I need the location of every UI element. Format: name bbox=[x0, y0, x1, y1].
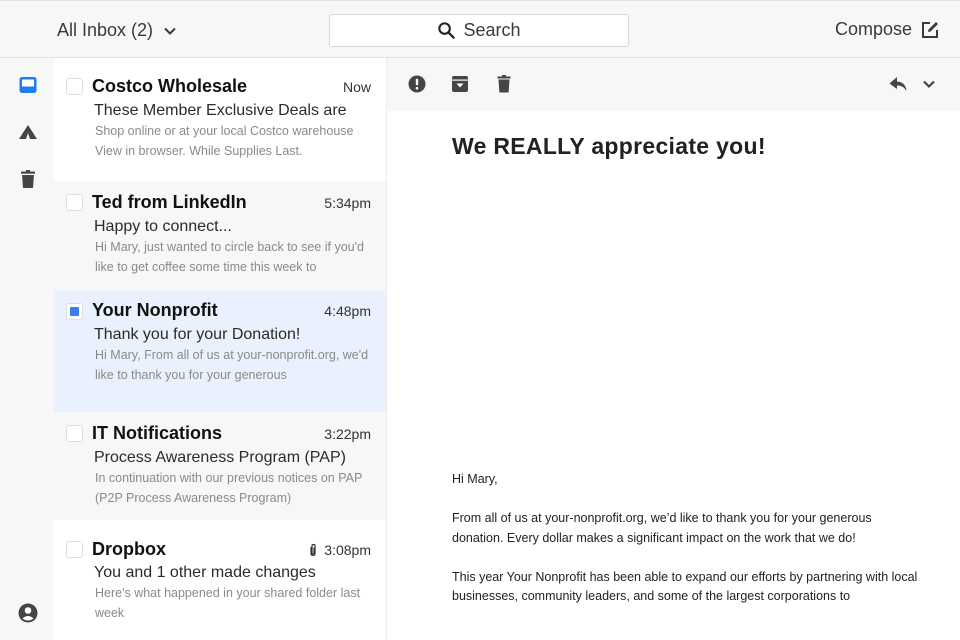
top-header: All Inbox (2) Search Compose bbox=[0, 0, 960, 58]
rail-tent-button[interactable] bbox=[17, 121, 39, 143]
message-time: 3:08pm bbox=[308, 542, 371, 558]
email-body: Hi Mary, From all of us at your-nonprofi… bbox=[452, 470, 922, 626]
reading-pane: We REALLY appreciate you! Hi Mary, From … bbox=[386, 58, 960, 640]
email-paragraph: This year Your Nonprofit has been able t… bbox=[452, 569, 918, 604]
search-icon bbox=[438, 22, 456, 39]
more-chevron-icon bbox=[923, 80, 935, 89]
message-preview: In continuation with our previous notice… bbox=[95, 471, 363, 505]
left-rail bbox=[0, 58, 54, 640]
message-sender: Ted from LinkedIn bbox=[92, 192, 247, 212]
message-time: 3:22pm bbox=[324, 426, 371, 442]
delete-button[interactable] bbox=[493, 73, 515, 95]
message-checkbox[interactable] bbox=[66, 541, 83, 558]
message-checkbox[interactable] bbox=[66, 425, 83, 442]
account-icon bbox=[18, 603, 38, 623]
message-time-text: 5:34pm bbox=[324, 195, 371, 211]
mail-app: All Inbox (2) Search Compose Costco Whol… bbox=[0, 0, 960, 640]
search-placeholder: Search bbox=[463, 20, 521, 40]
inbox-selector[interactable]: All Inbox (2) bbox=[57, 20, 177, 41]
message-sender: Costco Wholesale bbox=[92, 76, 248, 96]
message-time-text: 4:48pm bbox=[324, 303, 371, 319]
compose-icon bbox=[922, 21, 938, 38]
message-subject: Happy to connect... bbox=[94, 218, 232, 235]
message-list: Costco Wholesale Now These Member Exclus… bbox=[54, 58, 386, 640]
reply-button[interactable] bbox=[887, 73, 909, 95]
message-preview: Shop online or at your local Costco ware… bbox=[95, 124, 354, 158]
message-item[interactable]: Dropbox 3:08pm You and 1 other made chan… bbox=[54, 520, 386, 640]
spam-button[interactable] bbox=[406, 73, 428, 95]
message-sender: Your Nonprofit bbox=[92, 300, 218, 320]
inbox-icon bbox=[19, 77, 37, 93]
message-subject: Process Awareness Program (PAP) bbox=[94, 449, 346, 466]
email-paragraph: From all of us at your-nonprofit.org, we… bbox=[452, 511, 872, 545]
message-time: Now bbox=[343, 79, 371, 95]
delete-icon bbox=[497, 75, 511, 93]
trash-icon bbox=[21, 170, 35, 188]
more-actions-button[interactable] bbox=[918, 73, 940, 95]
message-time-text: 3:22pm bbox=[324, 426, 371, 442]
reply-icon bbox=[889, 77, 907, 91]
message-item[interactable]: IT Notifications 3:22pm Process Awarenes… bbox=[54, 412, 386, 520]
compose-label: Compose bbox=[834, 19, 912, 39]
message-time-text: Now bbox=[342, 79, 371, 95]
message-item[interactable]: Costco Wholesale Now These Member Exclus… bbox=[54, 58, 386, 181]
message-item[interactable]: Ted from LinkedIn 5:34pm Happy to connec… bbox=[54, 181, 386, 290]
message-subject: These Member Exclusive Deals are bbox=[94, 102, 347, 119]
message-time: 4:48pm bbox=[324, 303, 371, 319]
message-subject: Thank you for your Donation! bbox=[94, 326, 301, 343]
message-checkbox[interactable] bbox=[66, 78, 83, 95]
archive-button[interactable] bbox=[449, 73, 471, 95]
compose-button[interactable]: Compose bbox=[835, 19, 940, 40]
rail-account-button[interactable] bbox=[17, 602, 39, 624]
message-subject: You and 1 other made changes bbox=[94, 564, 316, 581]
archive-icon bbox=[452, 76, 468, 92]
search-input[interactable]: Search bbox=[329, 14, 629, 47]
spam-icon bbox=[408, 75, 426, 93]
attachment-icon bbox=[310, 543, 316, 557]
inbox-selector-label: All Inbox (2) bbox=[57, 20, 154, 40]
message-toolbar bbox=[387, 58, 960, 111]
rail-trash-button[interactable] bbox=[17, 168, 39, 190]
message-preview: Hi Mary, From all of us at your-nonprofi… bbox=[95, 348, 369, 382]
message-preview: Here's what happened in your shared fold… bbox=[95, 586, 361, 620]
message-time-text: 3:08pm bbox=[324, 542, 371, 558]
tent-icon bbox=[19, 125, 37, 139]
message-sender: Dropbox bbox=[92, 539, 166, 559]
message-sender: IT Notifications bbox=[92, 423, 222, 443]
chevron-down-icon bbox=[164, 27, 176, 35]
message-preview: Hi Mary, just wanted to circle back to s… bbox=[95, 240, 364, 274]
rail-inbox-button[interactable] bbox=[17, 74, 39, 96]
message-checkbox[interactable] bbox=[66, 194, 83, 211]
message-item-selected[interactable]: Your Nonprofit 4:48pm Thank you for your… bbox=[54, 290, 386, 412]
email-greeting: Hi Mary, bbox=[452, 472, 498, 486]
message-time: 5:34pm bbox=[324, 195, 371, 211]
message-checkbox-checked[interactable] bbox=[66, 303, 83, 320]
email-title: We REALLY appreciate you! bbox=[452, 133, 766, 159]
